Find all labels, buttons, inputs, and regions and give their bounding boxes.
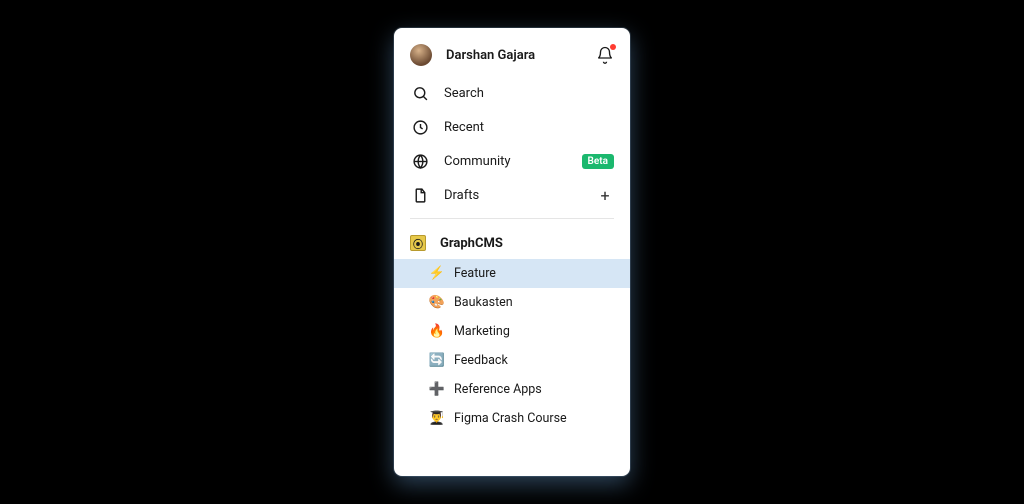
project-item[interactable]: 🔄 Feedback [394, 346, 630, 375]
workspace-icon: ⦿ [410, 235, 426, 251]
nav-label: Recent [444, 120, 614, 135]
beta-badge: Beta [582, 154, 614, 169]
notifications-button[interactable] [596, 46, 614, 64]
project-item[interactable]: 🔥 Marketing [394, 317, 630, 346]
avatar[interactable] [410, 44, 432, 66]
project-item[interactable]: 👨‍🎓 Figma Crash Course [394, 404, 630, 433]
project-label: Marketing [454, 324, 510, 339]
user-name: Darshan Gajara [446, 48, 596, 63]
sidebar-panel: Darshan Gajara Search Recent Community B… [394, 28, 630, 476]
nav-drafts[interactable]: Drafts + [394, 178, 630, 212]
project-emoji-icon: 🔥 [428, 324, 446, 339]
notification-dot [610, 44, 616, 50]
divider [410, 218, 614, 219]
workspace-header[interactable]: ⦿ GraphCMS [394, 225, 630, 259]
nav-label: Search [444, 86, 614, 101]
project-item[interactable]: 🎨 Baukasten [394, 288, 630, 317]
add-draft-button[interactable]: + [596, 186, 614, 205]
user-header[interactable]: Darshan Gajara [394, 36, 630, 76]
workspace-name: GraphCMS [440, 236, 503, 251]
nav-recent[interactable]: Recent [394, 110, 630, 144]
project-emoji-icon: 🔄 [428, 353, 446, 368]
project-emoji-icon: 👨‍🎓 [428, 411, 446, 426]
project-item[interactable]: ➕ Reference Apps [394, 375, 630, 404]
project-label: Baukasten [454, 295, 513, 310]
nav-community[interactable]: Community Beta [394, 144, 630, 178]
project-list: ⚡ Feature 🎨 Baukasten 🔥 Marketing 🔄 Feedback ➕ Re… [394, 259, 630, 433]
project-label: Reference Apps [454, 382, 542, 397]
project-label: Figma Crash Course [454, 411, 567, 426]
project-emoji-icon: ⚡ [428, 266, 446, 281]
project-item[interactable]: ⚡ Feature [394, 259, 630, 288]
search-icon [410, 83, 430, 103]
project-label: Feature [454, 266, 496, 281]
project-emoji-icon: 🎨 [428, 295, 446, 310]
file-icon [410, 185, 430, 205]
globe-icon [410, 151, 430, 171]
nav-label: Drafts [444, 188, 596, 203]
nav-label: Community [444, 154, 582, 169]
nav-search[interactable]: Search [394, 76, 630, 110]
project-label: Feedback [454, 353, 508, 368]
project-emoji-icon: ➕ [428, 382, 446, 397]
clock-icon [410, 117, 430, 137]
